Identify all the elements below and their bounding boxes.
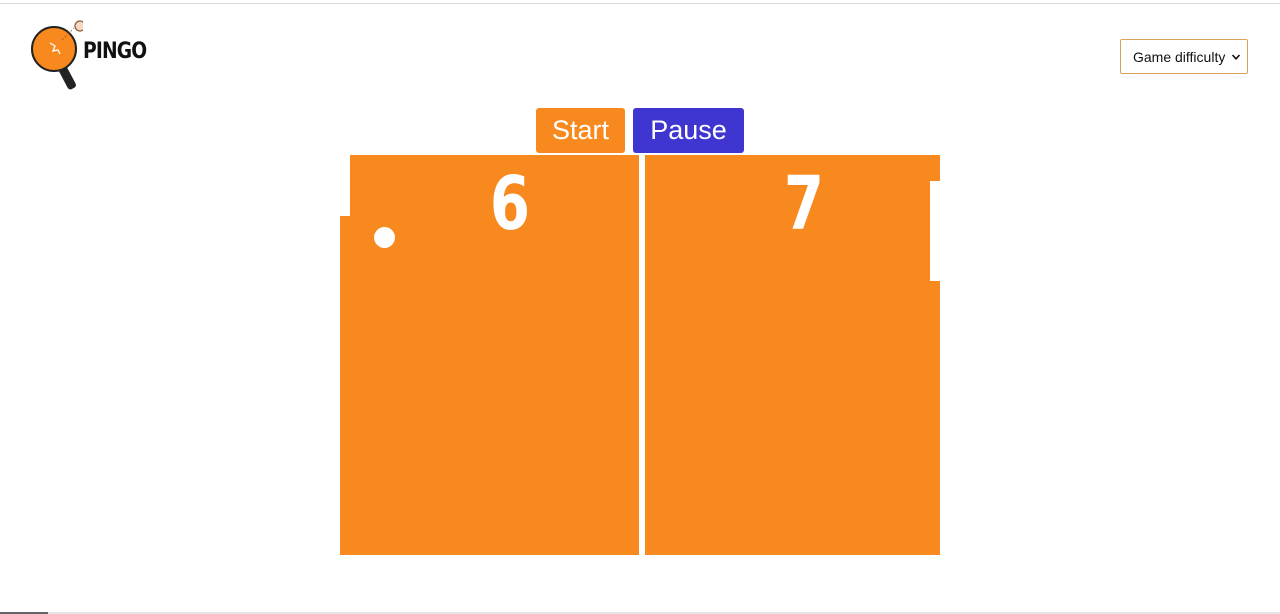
game-difficulty-selected: Game difficulty	[1133, 48, 1226, 65]
score-right: 7	[783, 161, 825, 247]
top-divider	[0, 3, 1280, 4]
pingo-logo[interactable]: PINGO	[28, 18, 148, 94]
pause-button[interactable]: Pause	[633, 108, 744, 153]
logo-wordmark: PINGO	[83, 39, 147, 64]
chevron-down-icon	[1231, 53, 1241, 60]
ping-pong-paddle-icon	[31, 20, 83, 90]
left-paddle	[340, 155, 350, 216]
start-button[interactable]: Start	[536, 108, 625, 153]
game-difficulty-select[interactable]: Game difficulty	[1120, 39, 1248, 74]
court-net	[639, 155, 645, 555]
game-court[interactable]: 6 7	[340, 155, 940, 555]
ball	[374, 227, 395, 248]
right-paddle	[930, 181, 940, 281]
score-left: 6	[489, 161, 531, 247]
